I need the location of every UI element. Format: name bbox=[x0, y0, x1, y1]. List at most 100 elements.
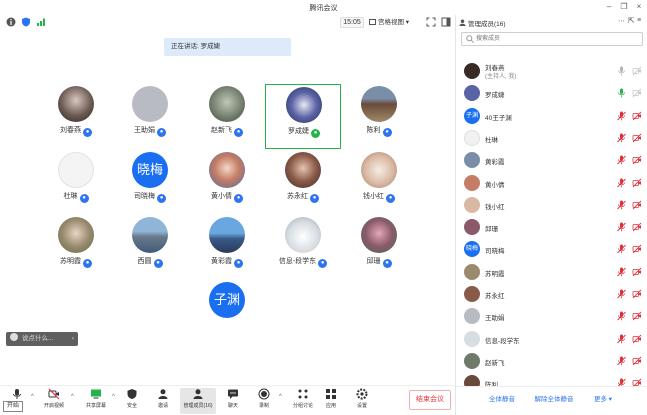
camera-off-icon[interactable] bbox=[632, 133, 642, 143]
settings-button[interactable]: 设置 bbox=[346, 388, 378, 414]
panel-menu-icon[interactable]: ≡ bbox=[637, 17, 641, 24]
start-video-button[interactable]: 开启视频 bbox=[38, 388, 70, 414]
more-button[interactable]: 更多 ▾ bbox=[587, 393, 619, 407]
fullscreen-icon[interactable] bbox=[426, 17, 436, 27]
member-row[interactable]: 王助娟 bbox=[456, 305, 647, 327]
maximize-button[interactable]: ❐ bbox=[619, 2, 629, 12]
mic-icon[interactable]: ● bbox=[234, 194, 243, 203]
mic-muted-icon[interactable] bbox=[617, 334, 626, 344]
mic-icon[interactable]: ● bbox=[79, 194, 89, 203]
manage-members-button[interactable]: 管理成员(16) bbox=[180, 388, 216, 414]
shield-icon[interactable] bbox=[21, 17, 31, 27]
participant-tile[interactable]: 西圆 ● bbox=[115, 215, 185, 277]
participant-tile[interactable]: 杜琳 ● bbox=[41, 150, 111, 212]
chat-button[interactable]: 聊天 bbox=[217, 388, 249, 414]
security-button[interactable]: 安全 bbox=[116, 388, 148, 414]
participant-tile[interactable]: 邱珊 ● bbox=[344, 215, 414, 277]
mic-muted-icon[interactable] bbox=[617, 289, 626, 299]
mic-muted-icon[interactable] bbox=[617, 222, 626, 232]
mic-icon[interactable]: ● bbox=[83, 259, 92, 268]
microphone-icon[interactable] bbox=[617, 66, 626, 76]
camera-off-icon[interactable] bbox=[632, 334, 642, 344]
side-panel-icon[interactable] bbox=[441, 17, 451, 27]
camera-off-icon[interactable] bbox=[632, 356, 642, 366]
member-search-input[interactable] bbox=[461, 32, 643, 46]
camera-off-icon[interactable] bbox=[632, 200, 642, 210]
participant-tile[interactable]: 子渊 bbox=[192, 280, 262, 342]
gallery-view-button[interactable]: 宫格视图 ▾ bbox=[369, 17, 419, 28]
member-row[interactable]: 信息-段学东 bbox=[456, 328, 647, 350]
member-row[interactable]: 罗成婕 bbox=[456, 82, 647, 104]
mic-muted-icon[interactable] bbox=[617, 356, 626, 366]
member-row[interactable]: 杜琳 bbox=[456, 127, 647, 149]
participant-tile[interactable]: 赵新飞 ● bbox=[192, 84, 262, 146]
mic-icon[interactable]: ● bbox=[318, 259, 328, 268]
camera-off-icon[interactable] bbox=[632, 88, 642, 98]
minimize-button[interactable]: – bbox=[604, 2, 614, 12]
mic-muted-icon[interactable] bbox=[617, 155, 626, 165]
info-icon[interactable] bbox=[6, 17, 16, 27]
mic-muted-icon[interactable] bbox=[617, 133, 626, 143]
mic-icon[interactable]: ● bbox=[386, 194, 395, 203]
video-options-caret[interactable]: ^ bbox=[71, 394, 74, 400]
member-row[interactable]: 黄彩霞 bbox=[456, 149, 647, 171]
mic-muted-icon[interactable] bbox=[617, 267, 626, 277]
camera-off-icon[interactable] bbox=[632, 155, 642, 165]
camera-off-icon[interactable] bbox=[632, 66, 642, 76]
member-row[interactable]: 邱珊 bbox=[456, 216, 647, 238]
participant-tile[interactable]: 黄彩霞 ● bbox=[192, 215, 262, 277]
participant-tile[interactable]: 黄小倩 ● bbox=[192, 150, 262, 212]
mic-icon[interactable]: ● bbox=[234, 128, 243, 137]
participant-tile[interactable]: 晓梅 司晓梅 ● bbox=[115, 150, 185, 212]
share-screen-button[interactable]: 共享屏幕 bbox=[80, 388, 112, 414]
mic-icon[interactable]: ● bbox=[157, 128, 166, 137]
camera-off-icon[interactable] bbox=[632, 222, 642, 232]
record-button[interactable]: 录制 bbox=[248, 388, 280, 414]
participant-tile[interactable]: 钱小红 ● bbox=[344, 150, 414, 212]
chat-quick-input[interactable]: 说点什么... ‹ bbox=[6, 332, 78, 346]
mic-muted-icon[interactable] bbox=[617, 111, 626, 121]
share-options-caret[interactable]: ^ bbox=[112, 394, 115, 400]
end-meeting-button[interactable]: 结束会议 bbox=[409, 390, 451, 410]
participant-tile[interactable]: 苏永红 ● bbox=[268, 150, 338, 212]
collapse-chat-icon[interactable]: ‹ bbox=[72, 332, 74, 346]
member-row[interactable]: 苏明霞 bbox=[456, 261, 647, 283]
mic-icon[interactable]: ● bbox=[382, 128, 392, 137]
emoji-icon[interactable] bbox=[10, 333, 18, 341]
member-row[interactable]: 晓梅 司晓梅 bbox=[456, 238, 647, 260]
mic-icon[interactable]: ● bbox=[234, 259, 243, 268]
participant-tile[interactable]: 苏明霞 ● bbox=[41, 215, 111, 277]
member-row[interactable]: 黄小倩 bbox=[456, 172, 647, 194]
participant-tile[interactable]: 信息-段学东 ● bbox=[268, 215, 338, 277]
mic-icon[interactable]: ● bbox=[382, 259, 392, 268]
member-row[interactable]: 赵新飞 bbox=[456, 350, 647, 372]
mic-muted-icon[interactable] bbox=[617, 200, 626, 210]
close-button[interactable]: × bbox=[634, 2, 644, 12]
camera-off-icon[interactable] bbox=[632, 311, 642, 321]
member-row[interactable]: 苏永红 bbox=[456, 283, 647, 305]
camera-off-icon[interactable] bbox=[632, 178, 642, 188]
mic-icon[interactable]: ● bbox=[311, 129, 320, 138]
member-row[interactable]: 钱小红 bbox=[456, 194, 647, 216]
member-row[interactable]: 刘春燕 (主持人, 我) bbox=[456, 60, 647, 82]
camera-off-icon[interactable] bbox=[632, 289, 642, 299]
participant-tile[interactable]: 陈利 ● bbox=[344, 84, 414, 146]
unmute-all-button[interactable]: 解除全体静音 bbox=[529, 393, 579, 407]
participant-tile-active[interactable]: 罗成婕 ● bbox=[265, 84, 341, 149]
mic-muted-icon[interactable] bbox=[617, 178, 626, 188]
invite-button[interactable]: 邀请 bbox=[147, 388, 179, 414]
mute-all-button[interactable]: 全体静音 bbox=[484, 393, 520, 407]
camera-off-icon[interactable] bbox=[632, 111, 642, 121]
mic-muted-icon[interactable] bbox=[617, 311, 626, 321]
mic-icon[interactable]: ● bbox=[83, 128, 92, 137]
mic-muted-icon[interactable] bbox=[617, 244, 626, 254]
camera-off-icon[interactable] bbox=[632, 244, 642, 254]
mic-icon[interactable]: ● bbox=[310, 194, 319, 203]
more-icon[interactable]: ⋯ bbox=[618, 17, 625, 25]
signal-icon[interactable] bbox=[36, 17, 46, 27]
record-options-caret[interactable]: ^ bbox=[279, 394, 282, 400]
mic-icon[interactable]: ● bbox=[157, 194, 166, 203]
audio-options-caret[interactable]: ^ bbox=[31, 394, 34, 400]
participant-tile[interactable]: 王助娟 ● bbox=[115, 84, 185, 146]
mic-icon[interactable]: ● bbox=[153, 259, 163, 268]
